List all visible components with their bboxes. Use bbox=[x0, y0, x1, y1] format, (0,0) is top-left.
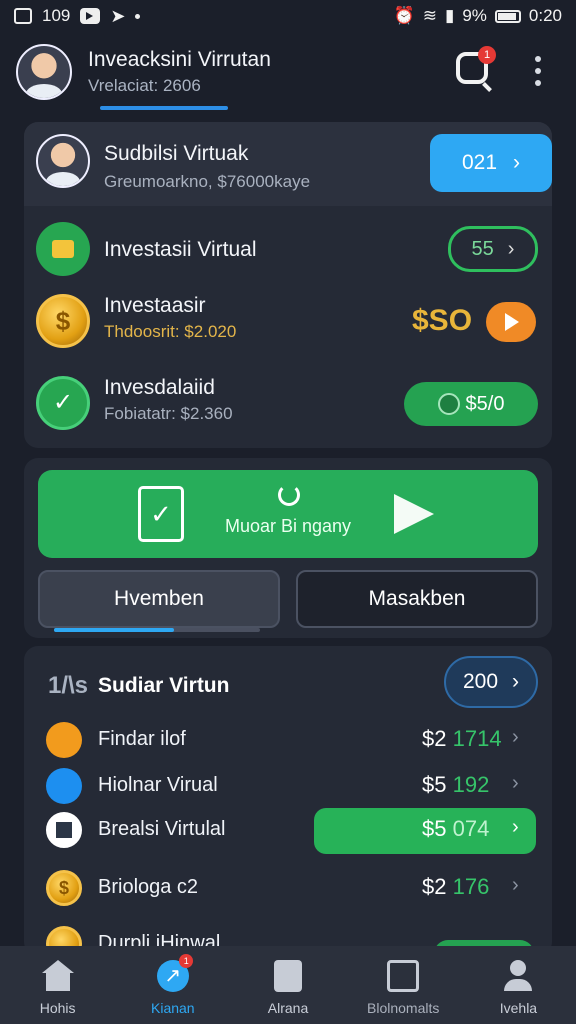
row-title: Invesdalaiid bbox=[104, 376, 215, 399]
chevron-right-icon: › bbox=[512, 670, 520, 693]
image-icon bbox=[46, 812, 82, 848]
chevron-right-icon: › bbox=[512, 772, 519, 794]
play-icon bbox=[505, 313, 519, 331]
tab-hvemben[interactable]: Hvemben bbox=[38, 570, 280, 628]
wifi-icon: ≋ bbox=[422, 6, 437, 25]
list-item-label: Brealsi Virtulal bbox=[98, 818, 226, 840]
profile-action-button[interactable]: 021 › bbox=[430, 134, 552, 192]
nav-label: Ivehla bbox=[499, 1000, 538, 1016]
profile-action-label: 021 bbox=[461, 151, 498, 174]
list-item-label: Findar ilof bbox=[98, 728, 186, 750]
page-title: Inveacksini Virrutan bbox=[88, 48, 271, 71]
list-item[interactable]: Brealsi Virtulal $5 074 › bbox=[24, 808, 552, 854]
row-value-pill[interactable]: 55 › bbox=[448, 226, 538, 272]
list-item-amount: $2 176 bbox=[422, 874, 490, 899]
row-title: Investaasir bbox=[104, 294, 206, 317]
coin-icon: $ bbox=[36, 294, 90, 348]
tab-label: Hvemben bbox=[114, 587, 204, 610]
nav-label: Hohis bbox=[39, 1000, 76, 1016]
list-item-amount: $5 192 bbox=[422, 772, 490, 797]
list-item-label: Briologa c2 bbox=[98, 876, 199, 898]
list-item-label: Hiolnar Virual bbox=[98, 774, 218, 796]
list-item[interactable]: Investasii Virtual 55 › bbox=[24, 214, 552, 284]
nav-profile[interactable]: Ivehla bbox=[461, 946, 576, 1024]
tab-indicator bbox=[54, 628, 260, 632]
more-menu-icon[interactable] bbox=[530, 56, 546, 96]
list-item[interactable]: ✓ Invesdalaiid Fobiatatr: $2.360 $5/0 bbox=[24, 368, 552, 448]
profile-icon bbox=[502, 960, 534, 992]
screenshot-icon bbox=[14, 8, 32, 24]
refresh-icon bbox=[278, 484, 300, 506]
list-item[interactable]: Hiolnar Virual $5 192 › bbox=[24, 764, 552, 808]
youtube-icon bbox=[80, 8, 101, 24]
list-count: 200 bbox=[462, 670, 499, 693]
clock-icon bbox=[437, 393, 460, 415]
header-underline bbox=[100, 106, 228, 110]
tab-label: Masakben bbox=[368, 587, 466, 610]
chevron-right-icon: › bbox=[512, 726, 519, 748]
row-subtitle: Thdoosrit: $2.020 bbox=[104, 322, 237, 341]
tag-icon bbox=[46, 722, 82, 758]
chevron-right-icon: › bbox=[513, 151, 521, 174]
signal-icon: ▮ bbox=[444, 6, 455, 25]
tab-masakben[interactable]: Masakben bbox=[296, 570, 538, 628]
list-count-button[interactable]: 200 › bbox=[444, 656, 538, 708]
status-bar: 109 ➤ ⏰ ≋ ▮ 9% 0:20 bbox=[0, 0, 576, 32]
app-header: Inveacksini Virrutan Vrelaciat: 2606 1 bbox=[0, 34, 576, 112]
status-time-right: 0:20 bbox=[528, 6, 562, 25]
check-shield-icon: ✓ bbox=[36, 376, 90, 430]
action-card: ✓ Muoar Bi ngany Hvemben Masakben bbox=[24, 458, 552, 638]
row-value: $SO bbox=[412, 304, 473, 337]
chevron-right-icon: › bbox=[507, 237, 515, 260]
dot-icon bbox=[135, 13, 141, 19]
inbox-icon bbox=[387, 960, 420, 992]
primary-action-button[interactable]: ✓ Muoar Bi ngany bbox=[38, 470, 538, 558]
profile-avatar bbox=[36, 134, 90, 188]
send-icon: ➤ bbox=[110, 5, 126, 26]
virtual-list-card: 1/\s Sudiar Virtun 200 › Findar ilof $2 … bbox=[24, 646, 552, 956]
chevron-right-icon: › bbox=[512, 816, 519, 838]
alarm-icon: ⏰ bbox=[393, 6, 415, 25]
list-item[interactable]: Findar ilof $2 1714 › bbox=[24, 718, 552, 762]
investment-card: Sudbilsi Virtuak Greumoarkno, $76000kaye… bbox=[24, 122, 552, 448]
profile-subtitle: Greumoarkno, $76000kaye bbox=[104, 172, 311, 191]
direction-icon bbox=[394, 494, 434, 534]
avatar[interactable] bbox=[16, 44, 72, 100]
nav-badge: 1 bbox=[179, 954, 194, 968]
list-logo: 1/\s bbox=[48, 672, 89, 699]
nav-label: Kianan bbox=[151, 1000, 195, 1016]
row-value-pill[interactable]: $5/0 bbox=[404, 382, 538, 426]
nav-alrana[interactable]: Alrana bbox=[230, 946, 345, 1024]
home-icon bbox=[41, 960, 74, 992]
list-title: Sudiar Virtun bbox=[98, 674, 230, 697]
play-button[interactable] bbox=[486, 302, 536, 342]
row-subtitle: Fobiatatr: $2.360 bbox=[104, 404, 233, 423]
list-item[interactable]: $ Briologa c2 $2 176 › bbox=[24, 866, 552, 910]
battery-icon bbox=[494, 9, 521, 23]
nav-blolnomalts[interactable]: Blolnomalts bbox=[346, 946, 461, 1024]
primary-action-label: Muoar Bi ngany bbox=[224, 516, 352, 536]
nav-label: Blolnomalts bbox=[367, 1000, 440, 1016]
list-item-amount: $2 1714 bbox=[422, 726, 502, 751]
bottom-nav: Hohis ↗ 1 Kianan Alrana Blolnomalts Iveh… bbox=[0, 946, 576, 1024]
nav-label: Alrana bbox=[267, 1000, 309, 1016]
row-value: 55 bbox=[471, 237, 494, 260]
list-item-amount: $5 074 bbox=[422, 816, 490, 841]
wallet-icon bbox=[36, 222, 90, 276]
list-item[interactable]: $ Investaasir Thdoosrit: $2.020 $SO bbox=[24, 286, 552, 366]
document-icon bbox=[274, 960, 302, 992]
row-title: Investasii Virtual bbox=[104, 238, 257, 261]
profile-row: Sudbilsi Virtuak Greumoarkno, $76000kaye… bbox=[24, 122, 552, 206]
status-time-left: 109 bbox=[42, 6, 71, 25]
chevron-right-icon: › bbox=[512, 874, 519, 896]
nav-home[interactable]: Hohis bbox=[0, 946, 115, 1024]
coin-icon: $ bbox=[46, 870, 82, 906]
notification-badge: 1 bbox=[478, 46, 496, 64]
row-value: $5/0 bbox=[465, 392, 505, 415]
battery-percent: 9% bbox=[462, 6, 487, 25]
nav-kianan[interactable]: ↗ 1 Kianan bbox=[115, 946, 230, 1024]
profile-title: Sudbilsi Virtuak bbox=[104, 142, 249, 165]
page-subtitle: Vrelaciat: 2606 bbox=[88, 76, 201, 95]
bird-icon bbox=[46, 768, 82, 804]
